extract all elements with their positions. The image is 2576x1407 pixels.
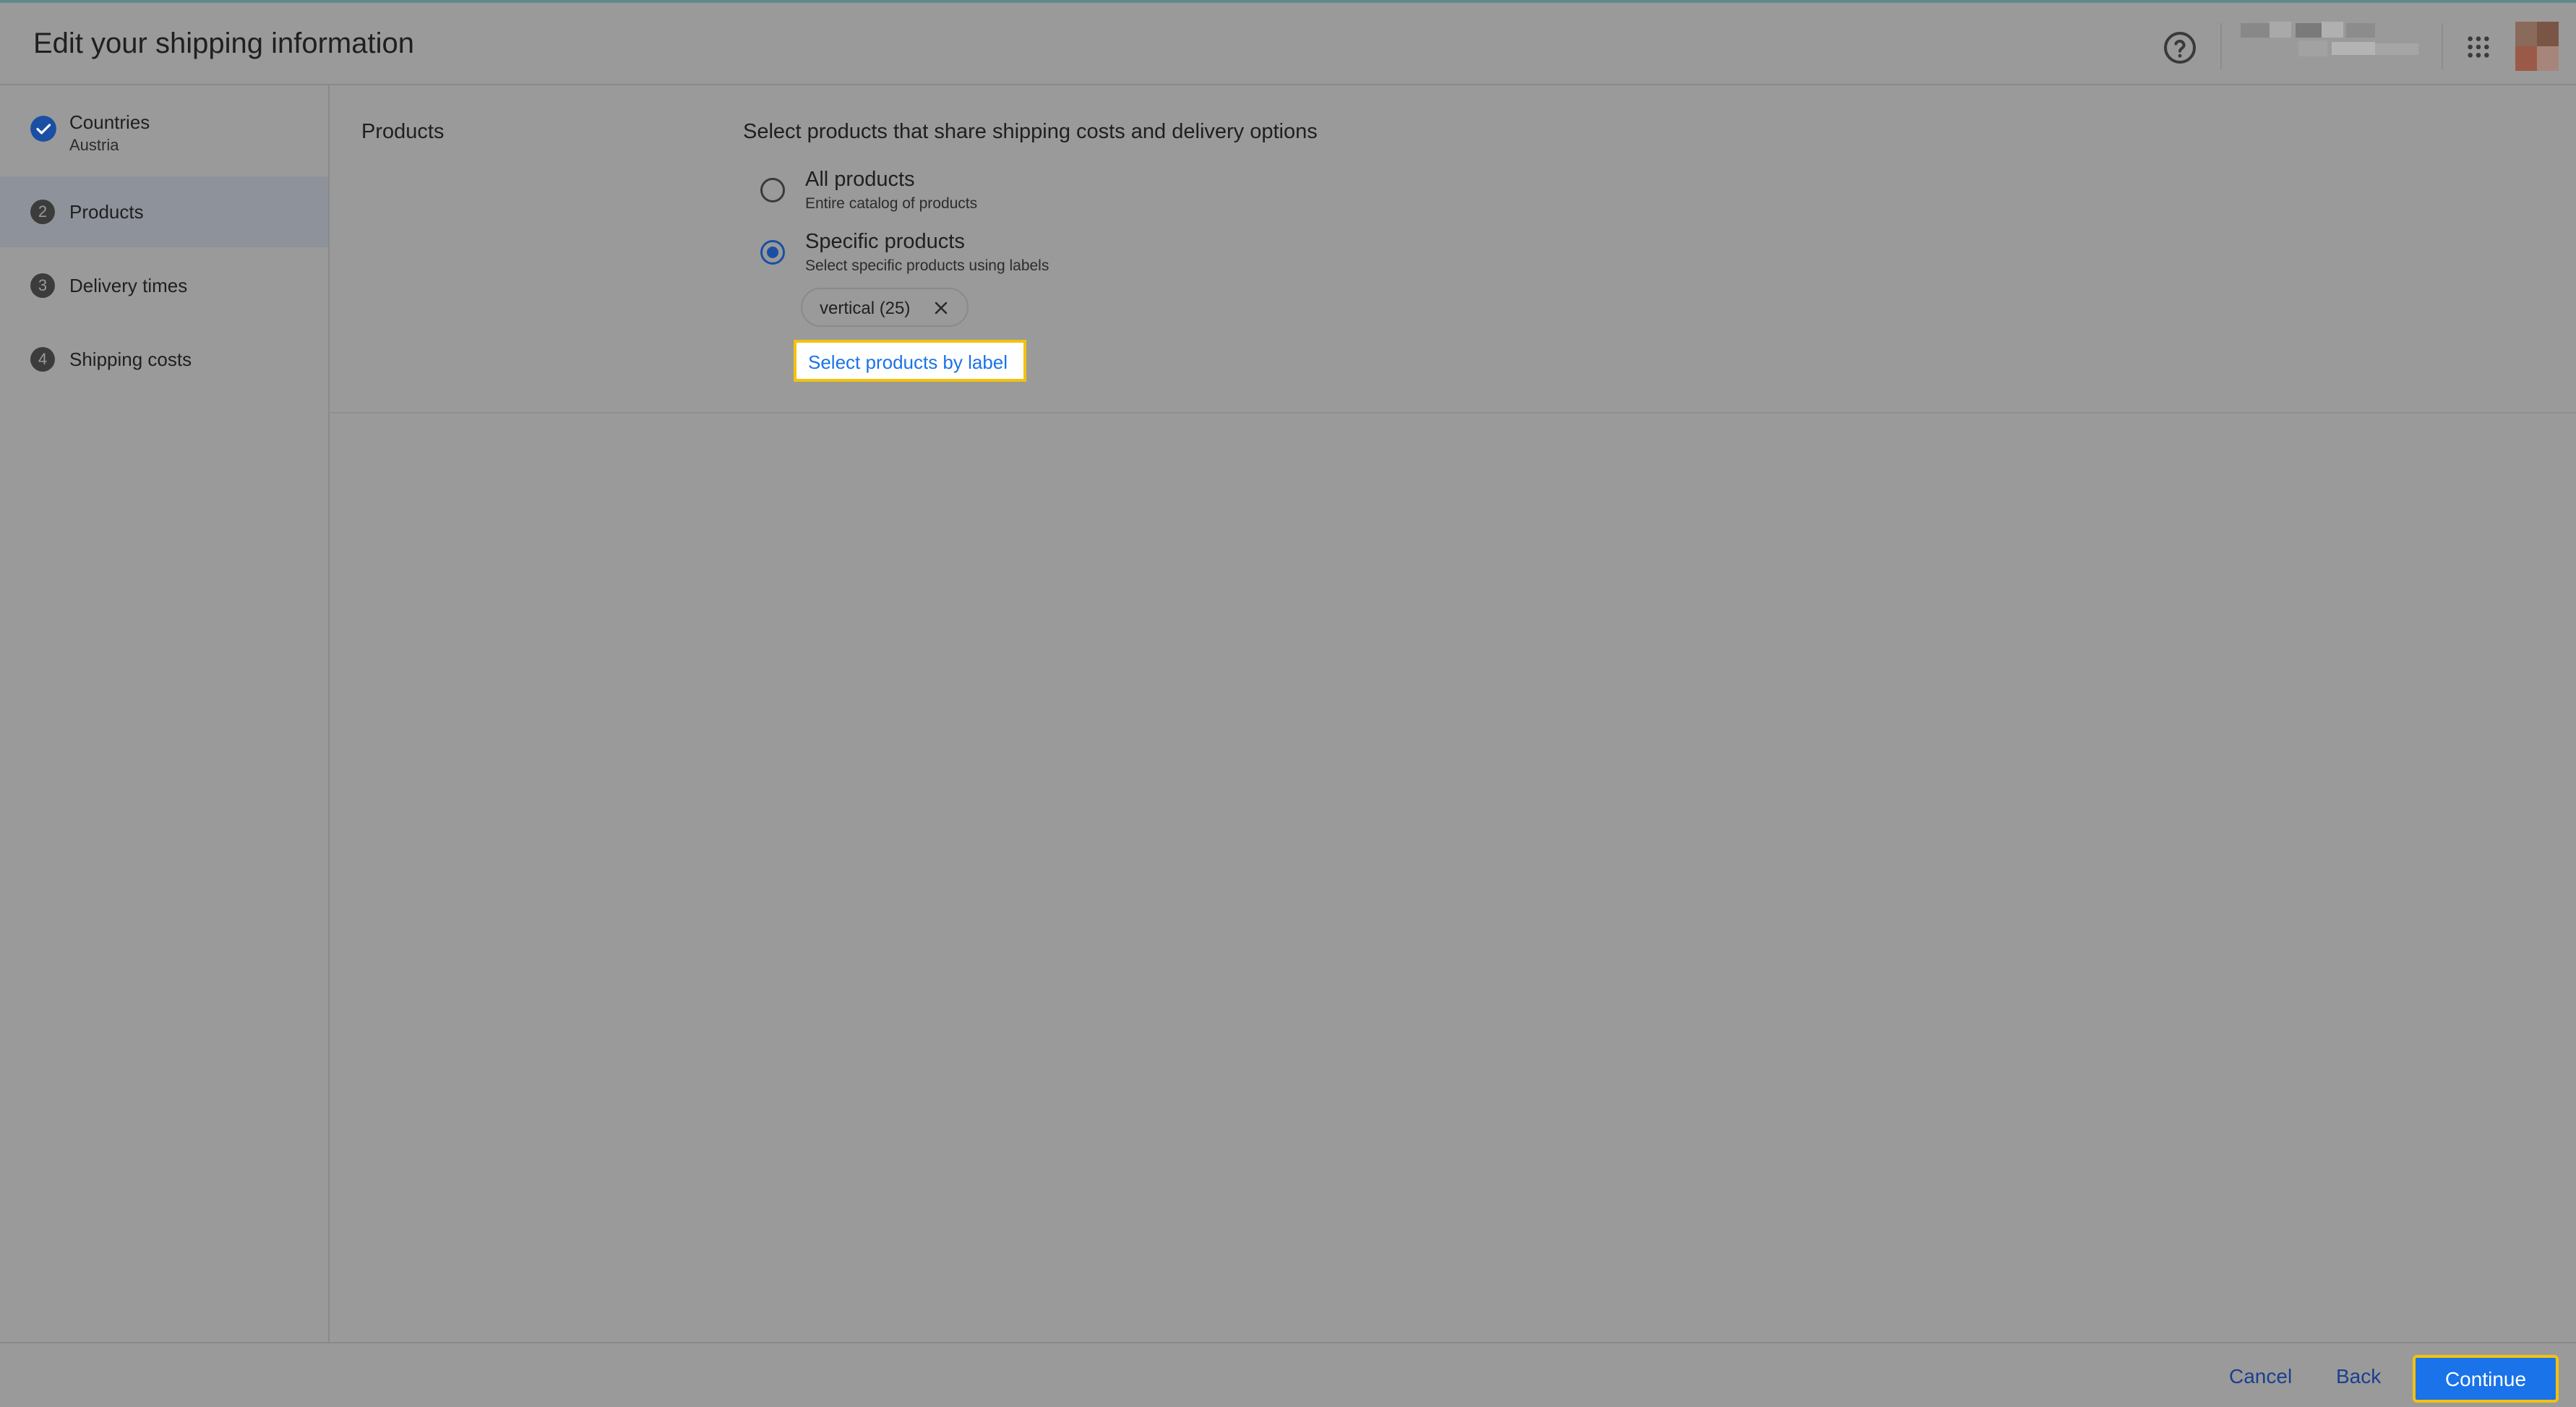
step-label: Products [69, 201, 144, 223]
option-label[interactable]: Specific products [805, 230, 965, 254]
content-divider [330, 412, 2576, 414]
select-products-by-label-button[interactable]: Select products by label [794, 340, 1026, 382]
step-shipping-costs[interactable]: 4 Shipping costs [0, 322, 328, 393]
step-products[interactable]: 2 Products [0, 176, 328, 247]
footer-actions: Cancel Back Continue [0, 1342, 2576, 1407]
page-title: Edit your shipping information [33, 27, 414, 59]
section-title: Products [361, 120, 445, 143]
step-label: Shipping costs [69, 348, 192, 370]
step-number: 4 [30, 347, 55, 372]
avatar[interactable] [2515, 22, 2559, 71]
cancel-button[interactable]: Cancel [2229, 1365, 2292, 1388]
close-icon[interactable] [932, 299, 950, 317]
option-sublabel: Entire catalog of products [805, 195, 978, 212]
section-description: Select products that share shipping cost… [743, 120, 1318, 143]
products-section: Products Select products that share ship… [330, 85, 2576, 1342]
help-circle-icon[interactable] [2163, 30, 2197, 65]
chip-label: vertical (25) [820, 299, 911, 318]
apps-grid-icon[interactable] [2466, 35, 2491, 59]
button-label: Continue [2444, 1368, 2527, 1390]
check-circle-icon [30, 116, 56, 142]
header-divider [2442, 23, 2443, 69]
app-header: Edit your shipping information [0, 3, 2576, 85]
continue-button[interactable]: Continue [2413, 1355, 2559, 1403]
step-delivery-times[interactable]: 3 Delivery times [0, 249, 328, 320]
radio-specific-products[interactable] [760, 240, 785, 265]
step-number: 3 [30, 273, 55, 298]
option-label[interactable]: All products [805, 168, 915, 192]
option-sublabel: Select specific products using labels [805, 257, 1049, 274]
step-sublabel: Austria [69, 136, 119, 154]
label-chip: vertical (25) [801, 288, 969, 327]
step-label: Countries [69, 111, 150, 133]
button-label: Select products by label [808, 351, 1008, 373]
back-button[interactable]: Back [2336, 1365, 2381, 1388]
steps-sidebar: Countries Austria 2 Products 3 Delivery … [0, 85, 330, 1342]
step-number: 2 [30, 200, 55, 224]
account-info-redacted [2241, 19, 2421, 61]
radio-all-products[interactable] [760, 178, 785, 202]
step-countries[interactable]: Countries Austria [0, 94, 328, 165]
header-divider [2220, 23, 2222, 69]
step-label: Delivery times [69, 275, 188, 296]
